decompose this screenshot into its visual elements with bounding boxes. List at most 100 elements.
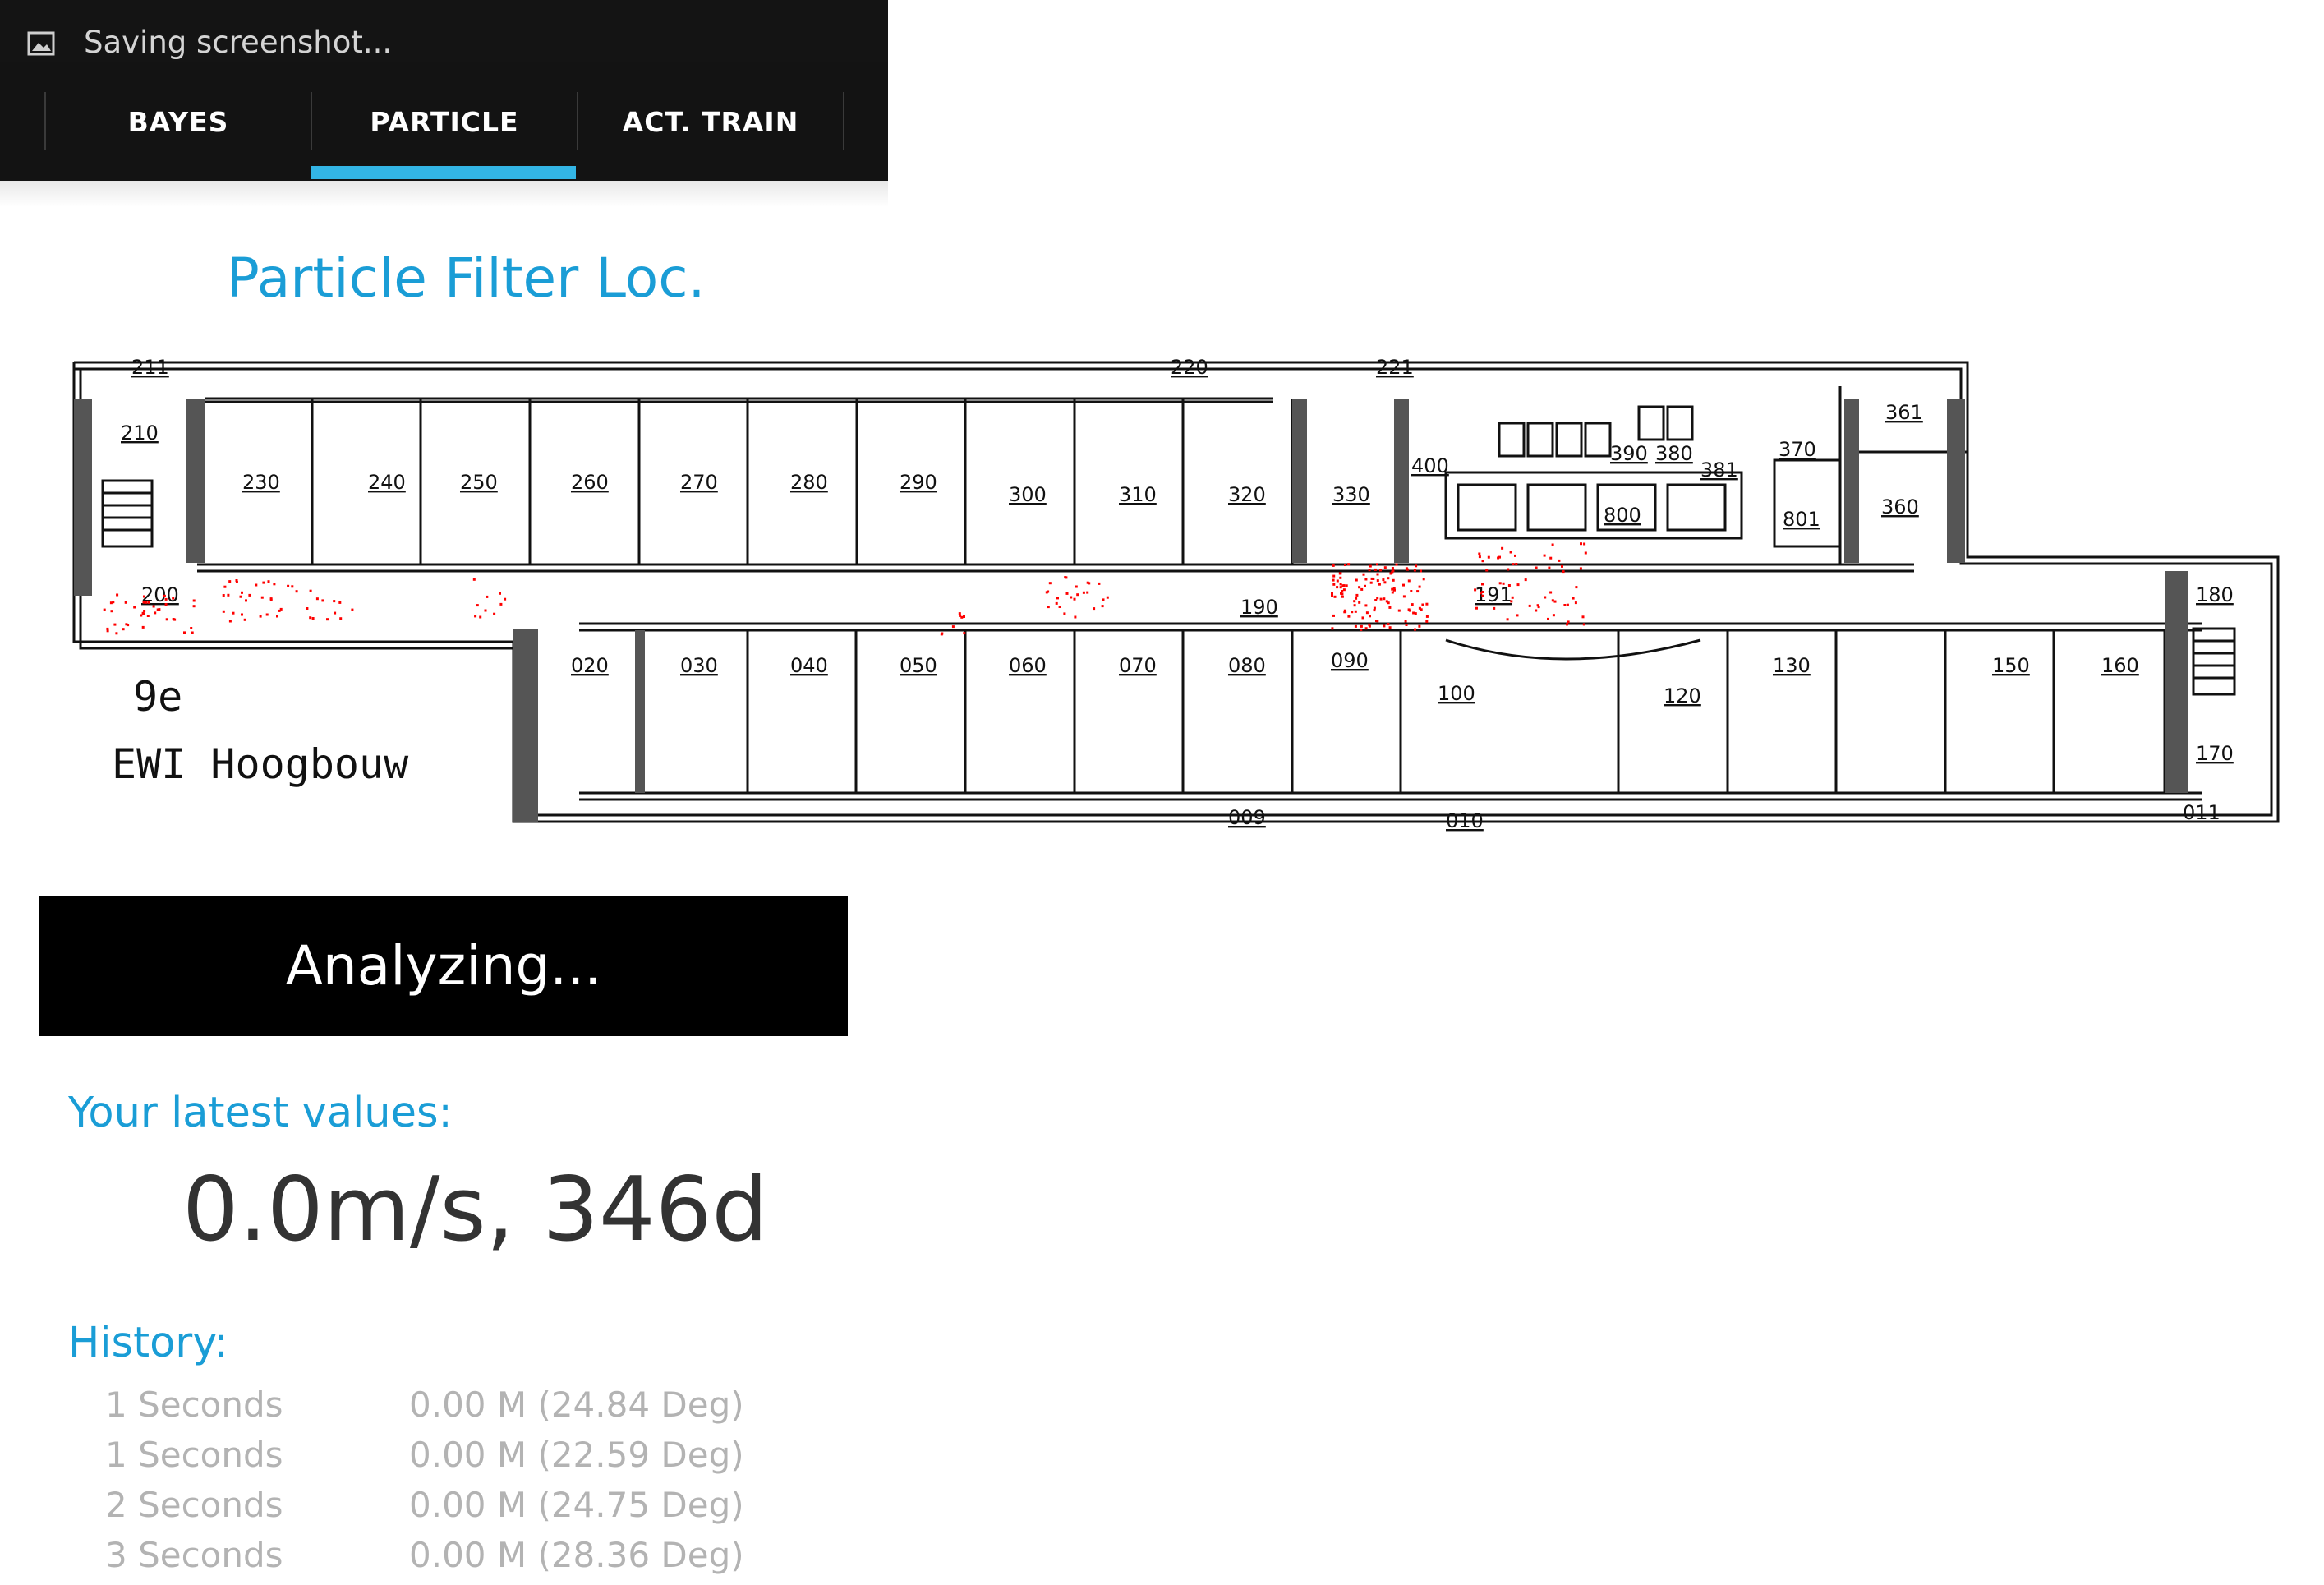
svg-text:330: 330 [1332,483,1370,506]
particle [321,599,324,602]
particle [1485,569,1489,572]
particle [315,597,319,601]
particle [241,591,243,594]
particle [476,604,479,607]
particle [1364,604,1368,607]
particle [1410,590,1413,592]
particle [499,592,501,595]
particle [1507,568,1510,571]
svg-text:170: 170 [2196,742,2234,765]
particle [486,595,489,598]
particle [1481,594,1484,597]
particle [1528,604,1531,607]
particle [1547,617,1549,620]
particle [192,605,196,608]
particle [1360,624,1363,628]
particle [339,617,343,620]
particle [1369,615,1371,618]
particle [1353,600,1356,603]
particle [279,607,283,611]
particle [1574,601,1577,605]
tab-particle[interactable]: PARTICLE [312,62,577,181]
particle [1088,582,1091,585]
particle [1581,615,1585,619]
particle [1552,614,1555,617]
status-bar: Saving screenshot... [0,0,888,62]
particle [306,607,309,610]
particle [1416,590,1420,593]
particle [1582,623,1585,626]
particle [1372,578,1375,580]
particle [1351,611,1354,614]
particle [1345,584,1348,587]
particle [334,611,337,615]
svg-text:190: 190 [1240,596,1278,619]
svg-text:100: 100 [1438,682,1475,705]
particle [1566,603,1569,606]
svg-text:300: 300 [1009,483,1047,506]
particle [1383,624,1386,628]
particle [1353,604,1356,607]
tab-bayes[interactable]: BAYES [46,62,311,181]
svg-text:020: 020 [571,654,609,677]
particle [1493,606,1496,610]
particle [1055,601,1058,605]
particle [183,631,186,634]
particle [141,625,145,629]
particle [222,610,225,613]
particle [165,618,168,621]
particle [1098,582,1101,585]
particle [484,609,487,612]
particle [1343,609,1346,612]
particle [474,615,477,618]
particle [267,580,270,583]
particle [1383,581,1387,584]
svg-text:130: 130 [1773,654,1811,677]
particle [1362,573,1365,576]
particle [1101,605,1104,608]
particle [1376,573,1379,576]
particle [1382,578,1385,582]
svg-text:361: 361 [1885,401,1923,424]
analyze-button[interactable]: Analyzing... [39,896,848,1036]
particle [1331,627,1334,630]
particle [1551,543,1554,546]
particle [1415,564,1418,568]
particle [1418,624,1421,628]
particle [248,593,251,597]
particle [269,598,273,601]
particle [1535,609,1538,612]
particle [1358,601,1361,604]
particle [1548,566,1551,569]
particle [1478,555,1481,559]
particle [1407,579,1411,583]
particle [1474,588,1477,592]
selected-tab-indicator [311,166,576,179]
particle [1509,551,1512,554]
floor-plan-map[interactable]: 210230 240 250 260 270 280 290300 310 320 330 … [66,349,2300,834]
particle [1425,602,1429,606]
particle [241,613,243,616]
svg-text:220: 220 [1171,356,1208,379]
particle [1551,599,1554,602]
particle [1558,559,1561,562]
tab-act-train[interactable]: ACT. TRAIN [578,62,843,181]
particle [1332,583,1336,586]
particle [1374,599,1378,601]
particle [1364,578,1368,581]
particle [1347,563,1351,566]
particle [243,618,246,621]
svg-text:030: 030 [680,654,718,677]
particle [228,620,232,623]
svg-text:270: 270 [680,471,718,494]
svg-text:210: 210 [121,422,159,445]
latest-values-readout: 0.0m/s, 346d [182,1159,768,1261]
history-value: 0.00 M (24.75 Deg) [409,1485,744,1525]
particle [103,608,106,611]
particle [1412,611,1415,615]
particle [142,601,145,604]
particle [1425,620,1429,623]
particle [1368,569,1371,572]
particle [262,581,265,584]
particle [479,615,482,619]
